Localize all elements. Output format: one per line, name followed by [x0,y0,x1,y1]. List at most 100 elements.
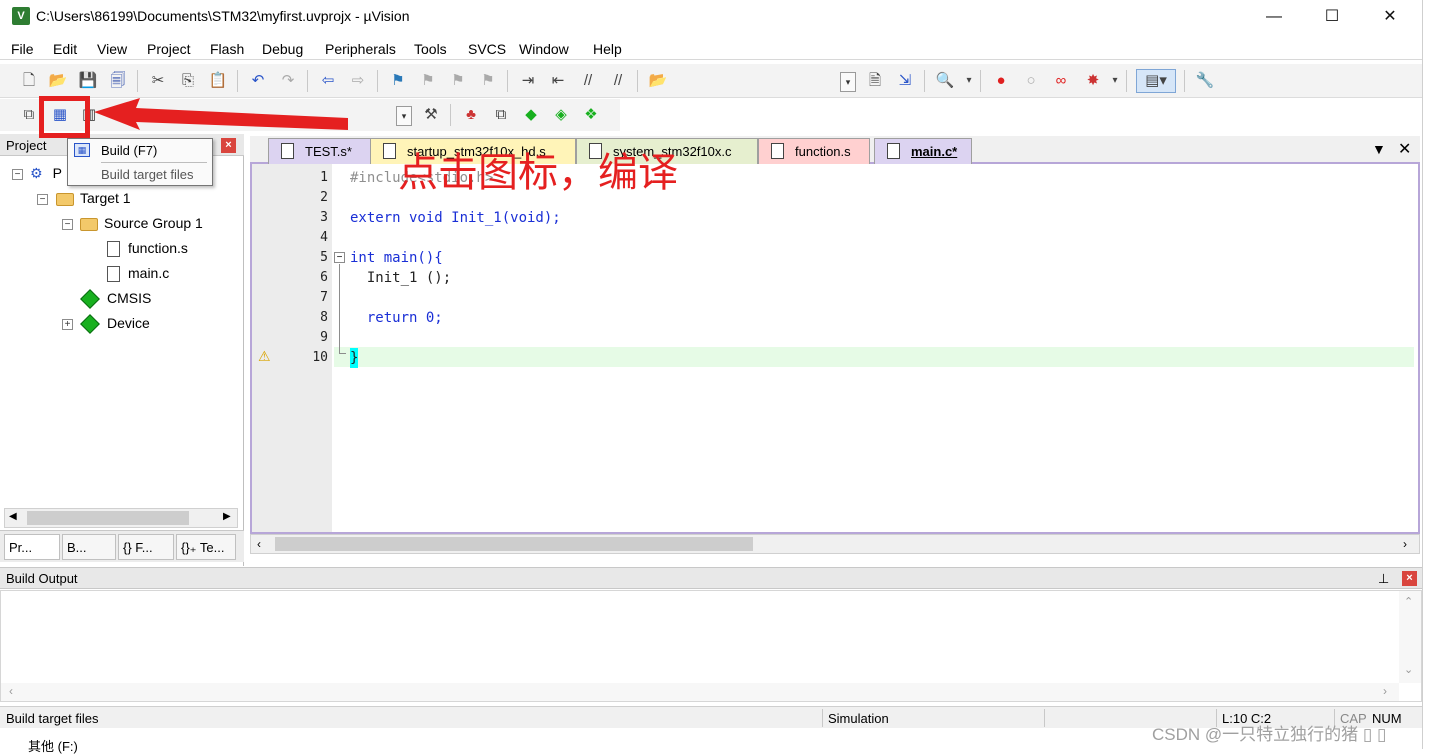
breakpoint-icon[interactable]: ● [990,70,1012,92]
tab-functions[interactable]: {} F... [118,534,174,560]
code-editor[interactable]: ⚠ − 1 2 3 4 5 6 7 8 9 10 #include<stdio.… [250,164,1420,534]
tree-source-group[interactable]: Source Group 1 [80,213,203,233]
indent-icon[interactable]: ⇥ [517,70,539,92]
scroll-up-icon[interactable]: ⌃ [1404,595,1413,608]
tree-device[interactable]: Device [80,313,150,335]
build-output-close-button[interactable]: × [1402,571,1417,586]
bookmark-icon[interactable]: ⚑ [387,70,409,92]
tree-file-main-c[interactable]: main.c [107,263,169,283]
scroll-right-icon[interactable]: ▶ [223,511,231,522]
manage-run-time-environment-icon[interactable]: ◆ [520,104,542,126]
code-line: return 0; [350,310,443,326]
find-icon[interactable]: 🗎 [864,70,886,92]
tree-target[interactable]: Target 1 [56,188,131,208]
tree-collapse-icon[interactable]: − [62,219,73,230]
manage-project-items-icon[interactable]: ♣ [460,104,482,126]
window-layout-icon[interactable]: ▤▾ [1136,69,1176,93]
target-select-dropdown[interactable]: ▾ [396,106,412,126]
scroll-left-icon[interactable]: ◀ [9,511,17,522]
menu-help[interactable]: Help [593,41,622,57]
maximize-button[interactable]: ☐ [1303,0,1361,34]
disable-all-breakpoints-icon[interactable]: ∞ [1050,70,1072,92]
navigate-forward-icon[interactable]: ⇨ [347,70,369,92]
build-output-horizontal-scrollbar[interactable]: ‹ › [1,683,1399,701]
tab-main-c[interactable]: main.c* [874,138,972,164]
menu-svcs[interactable]: SVCS [468,41,506,57]
menu-tools[interactable]: Tools [414,41,447,57]
background-window-edge [1422,0,1435,749]
pin-panel-icon[interactable]: ⊥ [1378,571,1389,587]
scroll-right-icon[interactable]: › [1403,537,1407,551]
scrollbar-thumb[interactable] [27,511,189,525]
line-number: 10 [312,350,328,365]
menu-peripherals[interactable]: Peripherals [325,41,396,57]
menu-flash[interactable]: Flash [210,41,244,57]
tab-list-dropdown-icon[interactable]: ▼ [1372,141,1386,157]
kill-all-breakpoints-icon[interactable]: ✸ [1082,70,1104,92]
cut-icon[interactable]: ✂ [147,70,169,92]
scroll-left-icon[interactable]: ‹ [257,537,261,551]
options-for-target-icon[interactable]: ⚒ [420,104,442,126]
editor-horizontal-scrollbar[interactable]: ‹ › [250,534,1420,554]
bookmark-prev-icon[interactable]: ⚑ [417,70,439,92]
menu-project[interactable]: Project [147,41,191,57]
bookmark-clear-icon[interactable]: ⚑ [477,70,499,92]
menu-debug[interactable]: Debug [262,41,303,57]
tree-project-root[interactable]: ⚙ P [30,163,62,183]
tab-project[interactable]: Pr... [4,534,60,560]
unindent-icon[interactable]: ⇤ [547,70,569,92]
tree-collapse-icon[interactable]: − [12,169,23,180]
tab-books[interactable]: B... [62,534,116,560]
bookmark-next-icon[interactable]: ⚑ [447,70,469,92]
close-tab-icon[interactable]: ✕ [1398,139,1411,159]
open-folder-icon[interactable]: 📂 [47,70,69,92]
menu-window[interactable]: Window [519,41,569,57]
scroll-left-icon[interactable]: ‹ [9,684,13,698]
build-output-area[interactable]: ⌃ ⌄ ‹ › [0,590,1422,702]
tree-cmsis[interactable]: CMSIS [80,288,151,310]
find-in-files-icon[interactable]: 📂 [647,70,669,92]
menu-edit[interactable]: Edit [53,41,77,57]
incremental-find-icon[interactable]: ⇲ [894,70,916,92]
pack-installer-icon[interactable]: ◈ [550,104,572,126]
undo-icon[interactable]: ↶ [247,70,269,92]
navigate-back-icon[interactable]: ⇦ [317,70,339,92]
menu-file[interactable]: File [11,41,34,57]
new-file-icon[interactable]: 🗋 [18,70,40,92]
minimize-button[interactable]: — [1245,0,1303,34]
select-software-packs-icon[interactable]: ⧉ [490,104,512,126]
annotation-highlight-box [39,96,90,138]
project-horizontal-scrollbar[interactable]: ◀ ▶ [4,508,238,528]
tree-expand-icon[interactable]: + [62,319,73,330]
code-line: Init_1 (); [350,270,452,286]
scroll-right-icon[interactable]: › [1383,684,1387,698]
tree-file-function-s[interactable]: function.s [107,238,188,258]
close-window-button[interactable]: ✕ [1361,0,1419,34]
tab-templates[interactable]: {}₊ Te... [176,534,236,560]
save-icon[interactable]: 💾 [77,70,99,92]
redo-icon[interactable]: ↷ [277,70,299,92]
uncomment-icon[interactable]: // [607,70,629,92]
build-output-vertical-scrollbar[interactable]: ⌃ ⌄ [1399,591,1421,683]
translate-icon[interactable]: ⧉ [18,104,40,126]
code-line-current: } [350,348,359,368]
debug-session-icon[interactable]: 🔍 [934,70,956,92]
find-combo-dropdown[interactable]: ▾ [840,72,856,92]
project-panel-close-button[interactable]: × [221,138,236,153]
debug-dropdown-icon[interactable]: ▾ [958,70,980,92]
tab-function-s[interactable]: function.s [758,138,870,164]
save-all-icon[interactable]: 🗐 [107,70,129,92]
breakpoint-dropdown-icon[interactable]: ▾ [1104,70,1126,92]
menu-view[interactable]: View [97,41,127,57]
comment-icon[interactable]: // [577,70,599,92]
paste-icon[interactable]: 📋 [207,70,229,92]
scrollbar-thumb[interactable] [275,537,753,551]
scroll-down-icon[interactable]: ⌄ [1404,663,1413,676]
copy-icon[interactable]: ⎘ [177,70,199,92]
disable-breakpoint-icon[interactable]: ○ [1020,70,1042,92]
code-fold-icon[interactable]: − [334,252,345,263]
configure-wrench-icon[interactable]: 🔧 [1194,70,1216,92]
tree-collapse-icon[interactable]: − [37,194,48,205]
pack-update-icon[interactable]: ❖ [580,104,602,126]
taskbar-drive-label: 其他 (F:) [28,739,78,754]
